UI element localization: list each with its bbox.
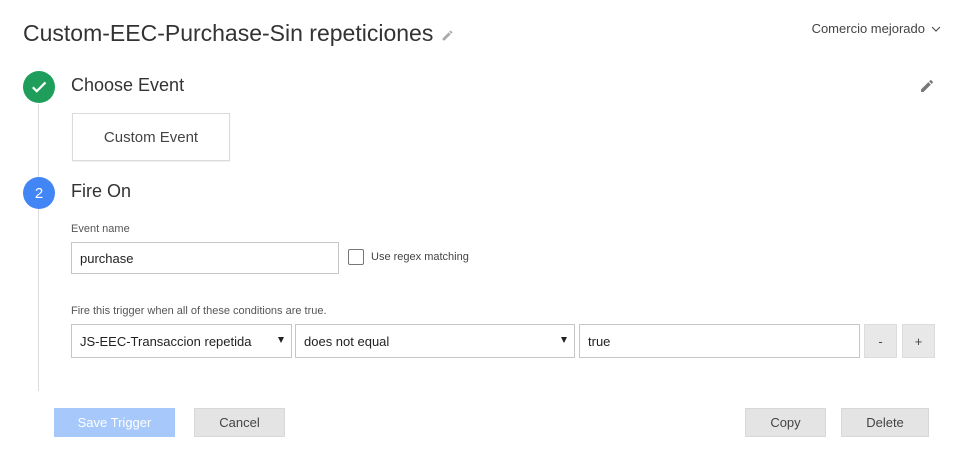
remove-condition-button[interactable]: -: [864, 324, 897, 358]
condition-value-input[interactable]: [579, 324, 860, 358]
edit-event-pencil-icon[interactable]: [919, 78, 935, 94]
step1-title: Choose Event: [71, 75, 185, 95]
checkmark-icon: [32, 81, 47, 93]
cancel-button[interactable]: Cancel: [194, 408, 285, 437]
page-title: Custom-EEC-Purchase-Sin repeticiones: [23, 20, 454, 47]
save-trigger-button[interactable]: Save Trigger: [54, 408, 175, 437]
step1-check-icon: [23, 71, 55, 103]
workspace-label: Comercio mejorado: [811, 21, 925, 36]
event-type-card[interactable]: Custom Event: [72, 113, 230, 161]
variable-select-value: JS-EEC-Transaccion repetida: [80, 333, 252, 349]
step2-number-badge: 2: [23, 177, 55, 209]
delete-button[interactable]: Delete: [841, 408, 929, 437]
dropdown-caret-icon: [278, 337, 284, 343]
chevron-down-icon: [931, 26, 941, 32]
event-name-label: Event name: [71, 223, 130, 235]
regex-checkbox[interactable]: [348, 249, 364, 265]
trigger-name: Custom-EEC-Purchase-Sin repeticiones: [23, 20, 434, 46]
regex-label: Use regex matching: [371, 251, 469, 263]
operator-select-value: does not equal: [304, 333, 390, 349]
trigger-editor: Custom-EEC-Purchase-Sin repeticiones Com…: [0, 0, 965, 457]
conditions-label: Fire this trigger when all of these cond…: [71, 305, 327, 317]
step2-title: Fire On: [71, 181, 132, 201]
variable-select[interactable]: JS-EEC-Transaccion repetida: [71, 324, 292, 358]
workspace-dropdown[interactable]: Comercio mejorado: [812, 21, 941, 36]
add-condition-button[interactable]: +: [902, 324, 935, 358]
copy-button[interactable]: Copy: [745, 408, 826, 437]
step-timeline: [38, 104, 39, 391]
pencil-icon[interactable]: [441, 29, 454, 42]
dropdown-caret-icon: [561, 337, 567, 343]
event-name-input[interactable]: [71, 242, 339, 274]
operator-select[interactable]: does not equal: [295, 324, 575, 358]
